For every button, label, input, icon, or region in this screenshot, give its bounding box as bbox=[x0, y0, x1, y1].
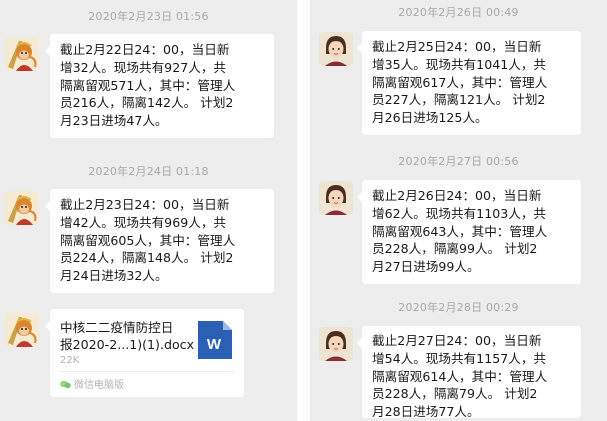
file-name: 中核二二疫情防控日 报2020-2...1)(1).docx bbox=[60, 319, 194, 353]
message-line: 月24日进场32人。 bbox=[60, 268, 168, 284]
message-line: 增42人。现场共有969人，共 bbox=[60, 214, 227, 230]
message-line: 月26日进场125人。 bbox=[372, 110, 488, 126]
file-message-card[interactable]: 中核二二疫情防控日 报2020-2...1)(1).docx W 22K 微信电… bbox=[45, 309, 244, 397]
message-line: 月23日进场47人。 bbox=[60, 113, 168, 129]
cartoon-woman-avatar-icon[interactable] bbox=[319, 327, 353, 361]
file-name-line: 报2020-2...1)(1).docx bbox=[60, 337, 195, 352]
message-bubble[interactable]: 截止2月25日24：00，当日新 增35人。现场共有1041人，共 隔离留观61… bbox=[357, 31, 581, 135]
message-line: 月28日进场77人。 bbox=[372, 404, 480, 420]
message-line: 隔离留观643人，其中：管理人 bbox=[372, 223, 548, 239]
message-bubble[interactable]: 截止2月27日24：00，当日新 增54人。现场共有1157人，共 隔离留观61… bbox=[357, 326, 581, 420]
monkey-king-avatar-icon[interactable] bbox=[5, 37, 39, 71]
file-divider bbox=[60, 371, 234, 372]
message-line: 增62人。现场共有1103人，共 bbox=[372, 205, 547, 221]
message-line: 截止2月26日24：00，当日新 bbox=[372, 188, 542, 203]
monkey-king-avatar-icon[interactable] bbox=[5, 191, 39, 225]
word-document-icon: W bbox=[198, 321, 232, 359]
message-line: 月27日进场99人。 bbox=[372, 259, 480, 275]
cartoon-woman-avatar-icon[interactable] bbox=[319, 181, 353, 215]
message-line: 员224人，隔离148人。 计划2 bbox=[60, 250, 234, 266]
file-size: 22K bbox=[60, 355, 80, 366]
message-line: 员228人，隔离99人。 计划2 bbox=[372, 241, 538, 257]
message-line: 员227人，隔离121人。 计划2 bbox=[372, 92, 546, 108]
message-line: 截止2月25日24：00，当日新 bbox=[372, 39, 542, 54]
chat-panel-right: 2020年2月26日 00:49 截止2月25日24：00，当日新 增35人。现… bbox=[310, 0, 607, 421]
message-line: 隔离留观571人，其中：管理人 bbox=[60, 77, 236, 93]
message-timestamp: 2020年2月27日 00:56 bbox=[398, 155, 519, 168]
message-line: 员216人，隔离142人。 计划2 bbox=[60, 95, 234, 111]
file-source-label: 微信电脑版 bbox=[74, 380, 124, 391]
file-name-line: 中核二二疫情防控日 bbox=[60, 320, 174, 335]
message-bubble[interactable]: 截止2月23日24：00，当日新 增42人。现场共有969人，共 隔离留观605… bbox=[45, 189, 274, 293]
message-line: 增32人。现场共有927人，共 bbox=[60, 59, 227, 75]
message-line: 增35人。现场共有1041人，共 bbox=[372, 56, 547, 72]
message-line: 截止2月22日24：00，当日新 bbox=[60, 42, 230, 57]
message-timestamp: 2020年2月23日 01:56 bbox=[88, 10, 209, 23]
message-line: 隔离留观614人，其中：管理人 bbox=[372, 368, 548, 384]
file-source: 微信电脑版 bbox=[60, 376, 124, 391]
message-line: 隔离留观617人，其中：管理人 bbox=[372, 74, 548, 90]
message-line: 截止2月23日24：00，当日新 bbox=[60, 197, 230, 212]
monkey-king-avatar-icon[interactable] bbox=[5, 313, 39, 347]
message-bubble[interactable]: 截止2月22日24：00，当日新 增32人。现场共有927人，共 隔离留观571… bbox=[45, 34, 274, 138]
message-timestamp: 2020年2月24日 01:18 bbox=[88, 165, 209, 178]
chat-panel-left: 2020年2月23日 01:56 截止2月22日24：00，当日新 增32人。现… bbox=[0, 0, 297, 421]
wechat-icon bbox=[60, 380, 71, 389]
message-line: 员228人，隔离79人。 计划2 bbox=[372, 386, 538, 402]
word-icon-letter: W bbox=[207, 336, 222, 353]
message-timestamp: 2020年2月28日 00:29 bbox=[398, 301, 519, 314]
message-bubble[interactable]: 截止2月26日24：00，当日新 增62人。现场共有1103人，共 隔离留观64… bbox=[357, 180, 581, 284]
message-line: 隔离留观605人，其中：管理人 bbox=[60, 232, 236, 248]
cartoon-woman-avatar-icon[interactable] bbox=[319, 32, 353, 66]
message-timestamp: 2020年2月26日 00:49 bbox=[398, 6, 519, 19]
message-line: 截止2月27日24：00，当日新 bbox=[372, 333, 542, 348]
message-line: 增54人。现场共有1157人，共 bbox=[372, 350, 547, 366]
